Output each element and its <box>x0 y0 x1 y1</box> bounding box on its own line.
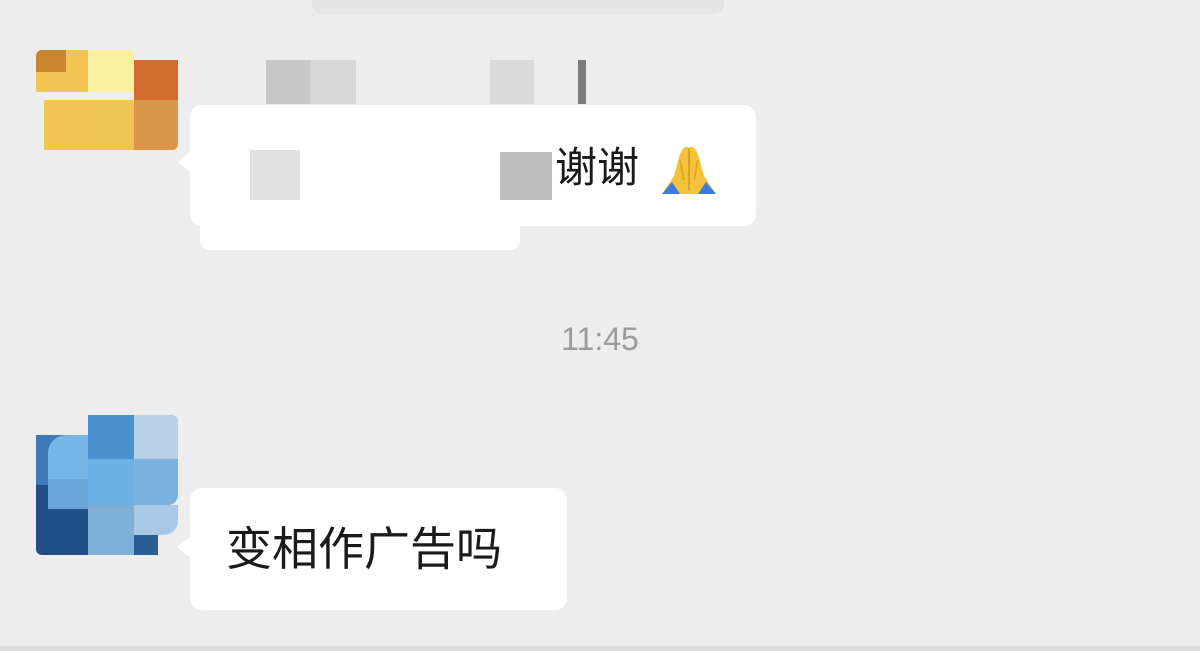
message-text: 谢谢 <box>555 143 640 192</box>
redacted-text <box>500 152 552 200</box>
sender-name-redacted <box>266 58 606 104</box>
previous-message-bubble[interactable] <box>312 0 724 14</box>
message-bubble-extension <box>200 200 520 250</box>
bubble-tail <box>178 151 191 173</box>
message-timestamp: 11:45 <box>561 321 639 357</box>
redacted-text <box>250 150 300 200</box>
input-bar-edge <box>0 646 1200 651</box>
bubble-tail <box>177 536 191 558</box>
message-bubble[interactable]: 变相作广告吗 <box>177 488 567 610</box>
avatar[interactable] <box>36 50 178 150</box>
message-text: 变相作广告吗 <box>226 522 502 576</box>
folded-hands-icon <box>656 140 722 196</box>
avatar[interactable] <box>36 415 178 555</box>
